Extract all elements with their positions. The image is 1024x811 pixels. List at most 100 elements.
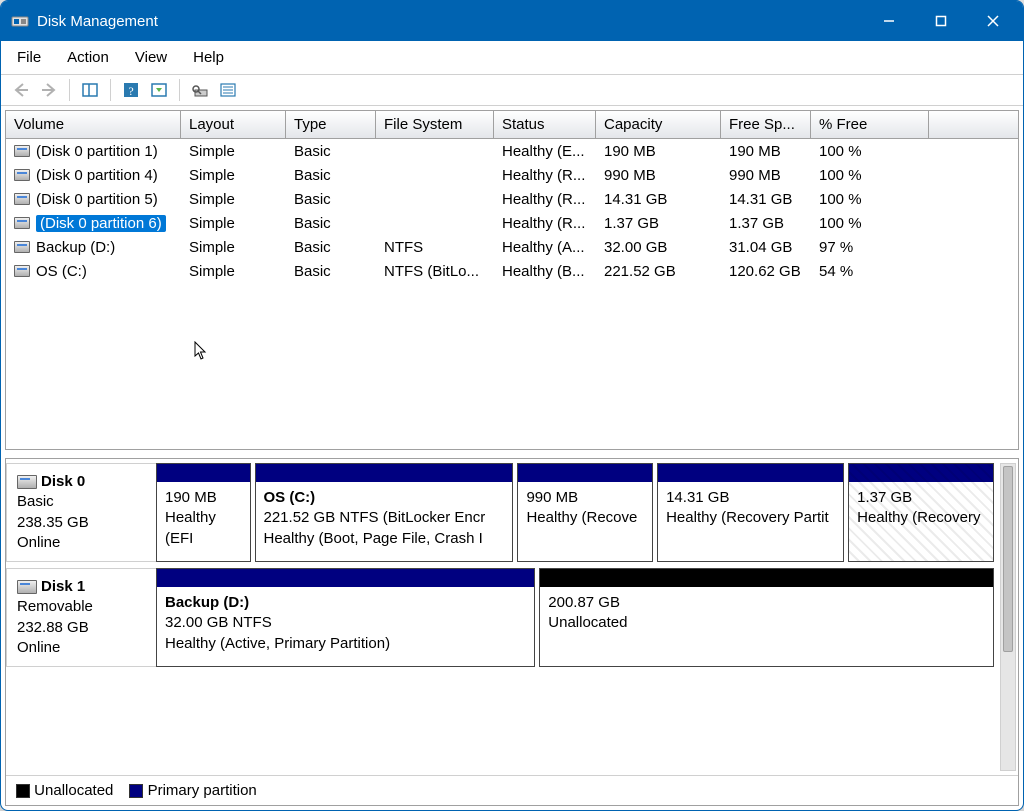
- partition-status: Unallocated: [548, 613, 985, 633]
- drive-icon: [14, 241, 30, 253]
- legend: Unallocated Primary partition: [6, 775, 1018, 805]
- cell-fs: NTFS: [376, 239, 494, 256]
- cell-capacity: 32.00 GB: [596, 239, 721, 256]
- disk-name: Disk 0: [41, 473, 85, 490]
- disk-partitions: Backup (D:)32.00 GB NTFSHealthy (Active,…: [156, 568, 1014, 667]
- cell-capacity: 221.52 GB: [596, 263, 721, 280]
- volume-name: (Disk 0 partition 4): [36, 167, 158, 184]
- disk-info[interactable]: Disk 1Removable232.88 GBOnline: [6, 568, 156, 667]
- partition-size: 14.31 GB: [666, 488, 835, 508]
- cell-layout: Simple: [181, 215, 286, 232]
- properties-button[interactable]: [188, 78, 212, 102]
- vertical-scrollbar[interactable]: [1000, 463, 1016, 771]
- graphical-scroll: Disk 0Basic238.35 GBOnline190 MBHealthy …: [6, 459, 1018, 775]
- col-filesystem[interactable]: File System: [376, 111, 494, 138]
- list-button[interactable]: [216, 78, 240, 102]
- back-button[interactable]: [9, 78, 33, 102]
- menu-help[interactable]: Help: [189, 47, 228, 68]
- volume-name: OS (C:): [36, 263, 87, 280]
- maximize-button[interactable]: [915, 1, 967, 41]
- drive-icon: [14, 193, 30, 205]
- cell-status: Healthy (R...: [494, 191, 596, 208]
- cell-pct: 100 %: [811, 167, 929, 184]
- col-type[interactable]: Type: [286, 111, 376, 138]
- menu-file[interactable]: File: [13, 47, 45, 68]
- forward-button[interactable]: [37, 78, 61, 102]
- volume-list-body: (Disk 0 partition 1)SimpleBasicHealthy (…: [6, 139, 1018, 283]
- col-volume[interactable]: Volume: [6, 111, 181, 138]
- cell-free: 14.31 GB: [721, 191, 811, 208]
- partition-size: 200.87 GB: [548, 593, 985, 613]
- cell-capacity: 190 MB: [596, 143, 721, 160]
- cell-free: 31.04 GB: [721, 239, 811, 256]
- partition-status: Healthy (EFI: [165, 508, 242, 549]
- cell-layout: Simple: [181, 167, 286, 184]
- disk-state: Online: [17, 638, 146, 658]
- table-row[interactable]: (Disk 0 partition 6)SimpleBasicHealthy (…: [6, 211, 1018, 235]
- partition-status: Healthy (Recove: [526, 508, 644, 528]
- partition-box[interactable]: 14.31 GBHealthy (Recovery Partit: [657, 463, 844, 562]
- partition-status: Healthy (Recovery Partit: [666, 508, 835, 528]
- col-layout[interactable]: Layout: [181, 111, 286, 138]
- partition-bar: [849, 464, 993, 482]
- cell-free: 120.62 GB: [721, 263, 811, 280]
- cell-type: Basic: [286, 239, 376, 256]
- table-row[interactable]: Backup (D:)SimpleBasicNTFSHealthy (A...3…: [6, 235, 1018, 259]
- refresh-button[interactable]: [147, 78, 171, 102]
- partition-size: 221.52 GB NTFS (BitLocker Encr: [264, 508, 505, 528]
- table-row[interactable]: (Disk 0 partition 5)SimpleBasicHealthy (…: [6, 187, 1018, 211]
- help-button[interactable]: ?: [119, 78, 143, 102]
- disk-info[interactable]: Disk 0Basic238.35 GBOnline: [6, 463, 156, 562]
- disk-state: Online: [17, 533, 146, 553]
- partition-size: 32.00 GB NTFS: [165, 613, 526, 633]
- show-hide-button[interactable]: [78, 78, 102, 102]
- minimize-button[interactable]: [863, 1, 915, 41]
- partition-box[interactable]: 200.87 GBUnallocated: [539, 568, 994, 667]
- legend-swatch-unallocated: [16, 784, 30, 798]
- col-status[interactable]: Status: [494, 111, 596, 138]
- legend-primary: Primary partition: [148, 782, 257, 799]
- cell-pct: 54 %: [811, 263, 929, 280]
- cell-free: 990 MB: [721, 167, 811, 184]
- partition-box[interactable]: 1.37 GBHealthy (Recovery: [848, 463, 994, 562]
- partition-box[interactable]: 990 MBHealthy (Recove: [517, 463, 653, 562]
- partition-bar: [157, 464, 250, 482]
- close-button[interactable]: [967, 1, 1019, 41]
- col-capacity[interactable]: Capacity: [596, 111, 721, 138]
- drive-icon: [14, 217, 30, 229]
- menubar: File Action View Help: [1, 41, 1023, 75]
- partition-bar: [157, 569, 534, 587]
- svg-text:?: ?: [128, 84, 133, 98]
- volume-list-header: Volume Layout Type File System Status Ca…: [6, 111, 1018, 139]
- cell-type: Basic: [286, 215, 376, 232]
- col-free[interactable]: Free Sp...: [721, 111, 811, 138]
- partition-box[interactable]: OS (C:)221.52 GB NTFS (BitLocker EncrHea…: [255, 463, 514, 562]
- graphical-pane: Disk 0Basic238.35 GBOnline190 MBHealthy …: [5, 458, 1019, 806]
- partition-title: Backup (D:): [165, 593, 526, 613]
- table-row[interactable]: OS (C:)SimpleBasicNTFS (BitLo...Healthy …: [6, 259, 1018, 283]
- app-window: Disk Management File Action View Help ?: [0, 0, 1024, 811]
- partition-box[interactable]: Backup (D:)32.00 GB NTFSHealthy (Active,…: [156, 568, 535, 667]
- cell-free: 190 MB: [721, 143, 811, 160]
- partition-box[interactable]: 190 MBHealthy (EFI: [156, 463, 251, 562]
- volume-name: (Disk 0 partition 6): [36, 215, 166, 232]
- app-icon: [11, 12, 29, 30]
- cell-status: Healthy (B...: [494, 263, 596, 280]
- cell-type: Basic: [286, 167, 376, 184]
- window-title: Disk Management: [37, 13, 863, 30]
- cell-capacity: 990 MB: [596, 167, 721, 184]
- table-row[interactable]: (Disk 0 partition 4)SimpleBasicHealthy (…: [6, 163, 1018, 187]
- disk-icon: [17, 580, 37, 594]
- cell-pct: 97 %: [811, 239, 929, 256]
- legend-unallocated: Unallocated: [34, 782, 113, 799]
- cursor-icon: [194, 341, 208, 366]
- menu-view[interactable]: View: [131, 47, 171, 68]
- table-row[interactable]: (Disk 0 partition 1)SimpleBasicHealthy (…: [6, 139, 1018, 163]
- drive-icon: [14, 169, 30, 181]
- menu-action[interactable]: Action: [63, 47, 113, 68]
- disk-row: Disk 1Removable232.88 GBOnlineBackup (D:…: [6, 568, 1018, 667]
- col-pctfree[interactable]: % Free: [811, 111, 929, 138]
- disk-icon: [17, 475, 37, 489]
- partition-bar: [658, 464, 843, 482]
- cell-pct: 100 %: [811, 143, 929, 160]
